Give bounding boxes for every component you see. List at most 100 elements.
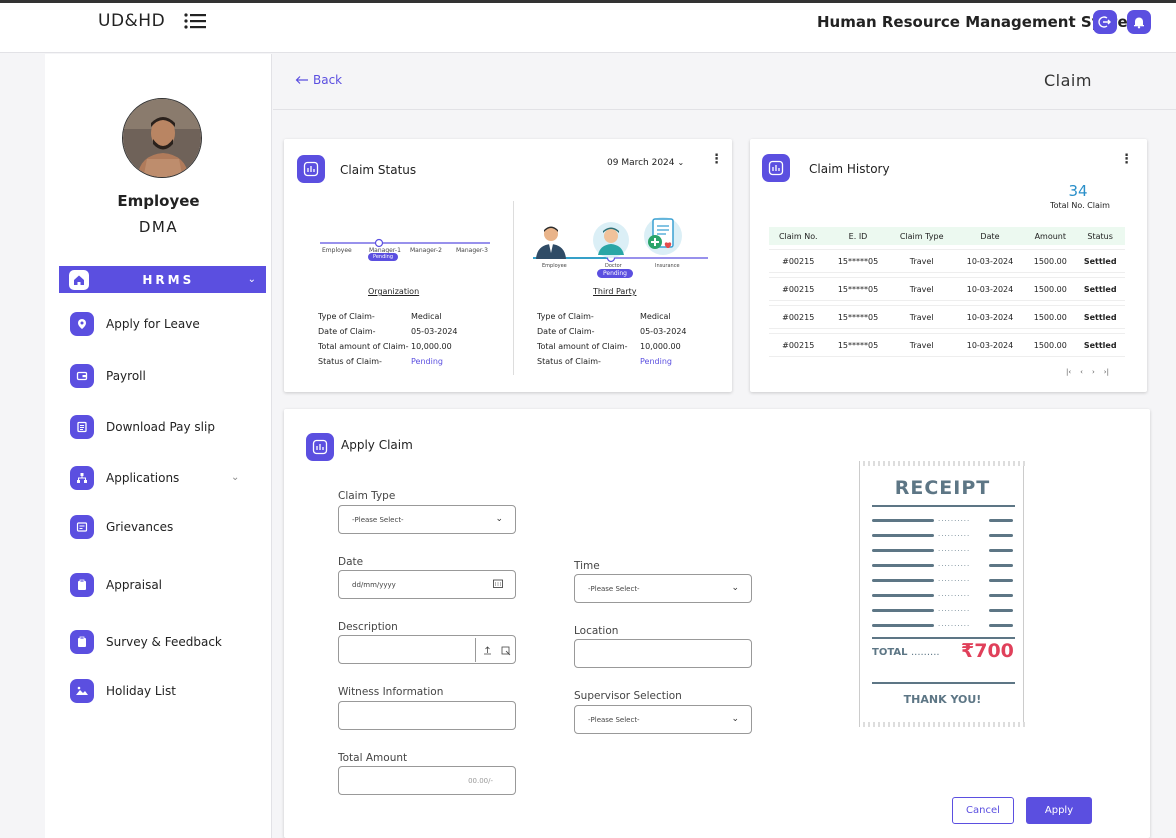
receipt-amount: ₹700 bbox=[961, 640, 1014, 662]
receipt-dots: .......... bbox=[938, 605, 971, 613]
sidebar-item-grievances[interactable]: Grievances bbox=[70, 515, 173, 539]
sidebar-item-payroll[interactable]: Payroll bbox=[70, 364, 146, 388]
employee-id-cell: 15*****05 bbox=[827, 333, 889, 357]
sidebar-item-survey-feedback[interactable]: Survey & Feedback bbox=[70, 630, 222, 654]
receipt-dots: .......... bbox=[938, 620, 971, 628]
hrms-menu-header[interactable]: HRMS ⌄ bbox=[59, 266, 266, 293]
table-row[interactable]: #00215 15*****05 Travel 10-03-2024 1500.… bbox=[769, 305, 1125, 329]
time-select[interactable]: -Please Select- ⌄ bbox=[574, 574, 752, 603]
cancel-button[interactable]: Cancel bbox=[952, 797, 1014, 824]
status-cell: Settled bbox=[1075, 249, 1125, 273]
info-value: Medical bbox=[640, 312, 671, 321]
receipt-dots: .......... bbox=[938, 560, 971, 568]
back-label: Back bbox=[313, 73, 343, 87]
top-bar: UD&HD Human Resource Management System bbox=[0, 3, 1176, 53]
divider bbox=[475, 638, 476, 662]
first-page-button[interactable]: |‹ bbox=[1066, 368, 1071, 376]
status-cell: Settled bbox=[1075, 277, 1125, 301]
claim-number-link[interactable]: #00215 bbox=[769, 249, 828, 273]
arrow-left-icon bbox=[295, 76, 308, 84]
last-page-button[interactable]: ›| bbox=[1104, 368, 1109, 376]
prev-page-button[interactable]: ‹ bbox=[1080, 368, 1083, 376]
more-options-icon[interactable]: ⋮ bbox=[1120, 152, 1133, 167]
total-label-text: TOTAL bbox=[872, 647, 908, 658]
document-icon bbox=[70, 415, 94, 439]
location-field[interactable] bbox=[574, 639, 752, 668]
employee-name: Employee bbox=[117, 192, 200, 210]
avatar[interactable] bbox=[122, 98, 202, 178]
chart-icon bbox=[762, 154, 790, 182]
grievance-icon bbox=[70, 515, 94, 539]
employee-figure-icon bbox=[536, 226, 566, 259]
date-dropdown[interactable]: 09 March 2024 ⌄ bbox=[607, 158, 684, 168]
logout-button[interactable] bbox=[1093, 10, 1117, 34]
date-cell: 10-03-2024 bbox=[954, 249, 1026, 273]
claim-number-link[interactable]: #00215 bbox=[769, 333, 828, 357]
supervisor-label: Supervisor Selection bbox=[574, 690, 682, 702]
chevron-down-icon: ⌄ bbox=[731, 583, 739, 593]
sidebar-item-label: Applications bbox=[106, 471, 180, 485]
chevron-down-icon[interactable]: ⌄ bbox=[231, 472, 239, 483]
claim-type-cell: Travel bbox=[888, 305, 955, 329]
sidebar-item-label: Download Pay slip bbox=[106, 420, 215, 434]
claim-type-select[interactable]: -Please Select- ⌄ bbox=[338, 505, 516, 534]
total-amount-field[interactable]: 00.00/- bbox=[338, 766, 516, 795]
receipt-total-label: TOTAL ......... bbox=[872, 647, 940, 658]
column-header: E. ID bbox=[827, 227, 889, 245]
location-label: Location bbox=[574, 625, 619, 637]
sidebar-item-holiday-list[interactable]: Holiday List bbox=[70, 679, 176, 703]
claim-number-link[interactable]: #00215 bbox=[769, 277, 828, 301]
attachment-icon[interactable] bbox=[501, 646, 511, 656]
back-link[interactable]: Back bbox=[295, 73, 342, 87]
sidebar-item-download-pay-slip[interactable]: Download Pay slip bbox=[70, 415, 215, 439]
sidebar-item-label: Holiday List bbox=[106, 684, 176, 698]
apply-button[interactable]: Apply bbox=[1026, 797, 1092, 824]
third-step: Employee bbox=[542, 263, 567, 269]
receipt-line: .......... bbox=[872, 605, 1013, 613]
claim-status-card: Claim Status 09 March 2024 ⌄ ⋮ Employee … bbox=[284, 139, 732, 392]
table-row[interactable]: #00215 15*****05 Travel 10-03-2024 1500.… bbox=[769, 277, 1125, 301]
table-row[interactable]: #00215 15*****05 Travel 10-03-2024 1500.… bbox=[769, 333, 1125, 357]
info-value: 10,000.00 bbox=[411, 342, 452, 351]
description-field[interactable] bbox=[338, 635, 516, 664]
total-claim-label: Total No. Claim bbox=[1050, 201, 1110, 210]
menu-icon[interactable] bbox=[184, 12, 206, 30]
sidebar-item-label: Apply for Leave bbox=[106, 317, 200, 331]
calendar-icon[interactable] bbox=[493, 579, 503, 591]
sidebar-item-applications[interactable]: Applications bbox=[70, 466, 179, 490]
receipt-line: .......... bbox=[872, 575, 1013, 583]
claim-number-link[interactable]: #00215 bbox=[769, 305, 828, 329]
info-label: Type of Claim- bbox=[318, 312, 375, 321]
upload-icon[interactable] bbox=[483, 646, 492, 655]
status-cell: Settled bbox=[1075, 305, 1125, 329]
pagination: |‹ ‹ › ›| bbox=[1066, 368, 1109, 376]
receipt-dots: .......... bbox=[938, 575, 971, 583]
divider bbox=[513, 201, 514, 375]
sidebar-item-label: Payroll bbox=[106, 369, 146, 383]
supervisor-select[interactable]: -Please Select- ⌄ bbox=[574, 705, 752, 734]
info-label: Status of Claim- bbox=[537, 357, 601, 366]
claim-history-card: Claim History ⋮ 34 Total No. Claim Claim… bbox=[750, 139, 1147, 392]
pending-badge: Pending bbox=[597, 269, 633, 278]
total-amount-placeholder: 00.00/- bbox=[468, 777, 493, 785]
column-header: Date bbox=[954, 227, 1026, 245]
status-value: Pending bbox=[640, 357, 672, 366]
next-page-button[interactable]: › bbox=[1092, 368, 1095, 376]
notification-button[interactable] bbox=[1127, 10, 1151, 34]
date-field[interactable]: dd/mm/yyyy bbox=[338, 570, 516, 599]
info-label: Date of Claim- bbox=[318, 327, 376, 336]
page-title: Claim bbox=[1044, 71, 1092, 90]
table-row[interactable]: #00215 15*****05 Travel 10-03-2024 1500.… bbox=[769, 249, 1125, 273]
apply-claim-title: Apply Claim bbox=[341, 438, 413, 452]
witness-field[interactable] bbox=[338, 701, 516, 730]
sidebar-item-apply-for-leave[interactable]: Apply for Leave bbox=[70, 312, 200, 336]
info-label: Status of Claim- bbox=[318, 357, 382, 366]
column-header: Claim No. bbox=[769, 227, 828, 245]
more-options-icon[interactable]: ⋮ bbox=[710, 152, 723, 167]
org-info-values: Medical 05-03-2024 10,000.00 Pending bbox=[411, 309, 458, 369]
status-cell: Settled bbox=[1075, 333, 1125, 357]
column-header: Status bbox=[1075, 227, 1125, 245]
amount-cell: 1500.00 bbox=[1025, 305, 1076, 329]
sidebar-item-appraisal[interactable]: Appraisal bbox=[70, 573, 162, 597]
chevron-down-icon: ⌄ bbox=[731, 714, 739, 724]
